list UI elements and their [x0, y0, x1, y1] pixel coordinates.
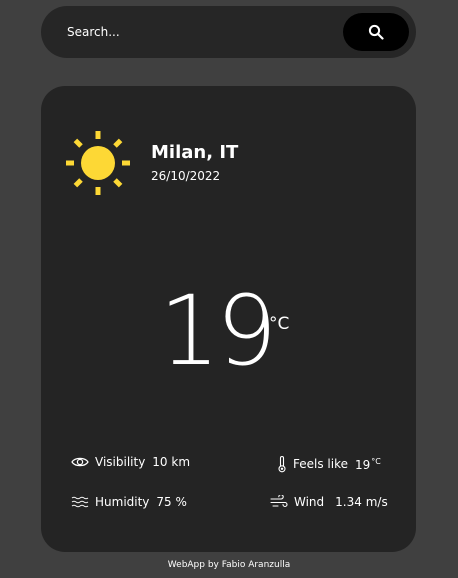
weather-card: Milan, IT 26/10/2022 19 °C Visibility 10… — [41, 86, 416, 552]
thermometer-icon — [277, 455, 287, 473]
visibility-value: 10 km — [152, 455, 191, 469]
feels-like-detail: Feels like 19°C — [277, 454, 381, 473]
wind-detail: Wind 1.34 m/s — [270, 494, 388, 510]
eye-icon — [71, 456, 89, 468]
search-bar — [41, 6, 416, 58]
visibility-label: Visibility — [95, 455, 146, 469]
humidity-detail: Humidity 75 % — [71, 494, 187, 510]
temperature-unit: °C — [269, 314, 290, 334]
feels-like-label: Feels like — [293, 456, 348, 471]
feels-like-unit: °C — [371, 457, 381, 466]
humidity-waves-icon — [71, 496, 89, 508]
wind-value: 1.34 m/s — [335, 495, 388, 509]
humidity-value: 75 % — [156, 495, 187, 509]
feels-like-value: 19°C — [355, 454, 381, 473]
sun-icon — [66, 131, 130, 195]
wind-label: Wind — [294, 495, 325, 509]
humidity-label: Humidity — [95, 495, 150, 509]
search-input[interactable] — [59, 14, 329, 50]
footer-credit: WebApp by Fabio Aranzulla — [167, 560, 291, 570]
feels-like-number: 19 — [354, 458, 371, 472]
search-button[interactable] — [343, 13, 409, 51]
city-name: Milan, IT — [151, 142, 239, 163]
date: 26/10/2022 — [151, 169, 221, 183]
wind-icon — [270, 495, 288, 509]
search-icon — [368, 24, 384, 40]
temperature-value: 19 — [159, 275, 277, 387]
visibility-detail: Visibility 10 km — [71, 454, 190, 470]
